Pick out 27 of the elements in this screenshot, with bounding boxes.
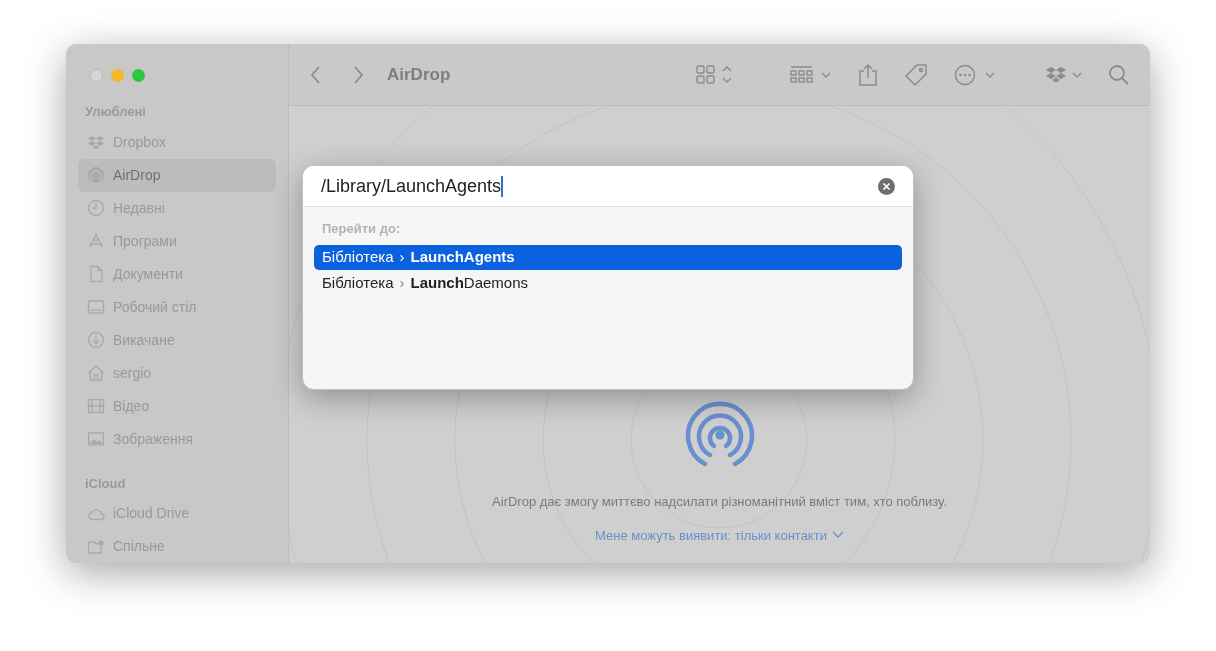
forward-icon[interactable] xyxy=(351,64,365,85)
home-icon xyxy=(87,364,105,382)
close-button[interactable] xyxy=(90,69,103,82)
chevron-down-icon[interactable] xyxy=(831,531,844,540)
search-icon[interactable] xyxy=(1108,63,1130,86)
tag-icon[interactable] xyxy=(904,62,928,87)
apps-icon xyxy=(87,232,105,250)
film-icon xyxy=(87,397,105,415)
desktop-icon xyxy=(87,298,105,316)
section-title: Перейти до: xyxy=(321,220,402,238)
suggestion-item[interactable]: Бібліотека › LaunchDaemons xyxy=(314,270,902,296)
window-title: AirDrop xyxy=(387,63,451,86)
more-icon[interactable] xyxy=(954,62,996,87)
suggestion-item[interactable]: Бібліотека › LaunchAgents xyxy=(314,244,902,270)
back-icon[interactable] xyxy=(309,64,323,85)
airdrop-description: AirDrop дає змогу миттєво надсилати різноманітний вміст тим, хто поблизу. xyxy=(492,493,947,511)
clock-icon xyxy=(87,199,105,217)
document-icon xyxy=(87,265,105,283)
clear-icon[interactable] xyxy=(878,177,895,195)
zoom-button[interactable] xyxy=(132,69,145,82)
download-icon xyxy=(87,331,105,349)
sidebar-item[interactable]: AirDrop xyxy=(78,158,276,192)
minimize-button[interactable] xyxy=(111,69,124,82)
share-icon[interactable] xyxy=(858,62,878,87)
dropbox-icon xyxy=(87,133,105,151)
discovery-setting-link[interactable]: Мене можуть виявити: тільки контакти xyxy=(595,525,827,545)
photo-icon xyxy=(87,430,105,448)
